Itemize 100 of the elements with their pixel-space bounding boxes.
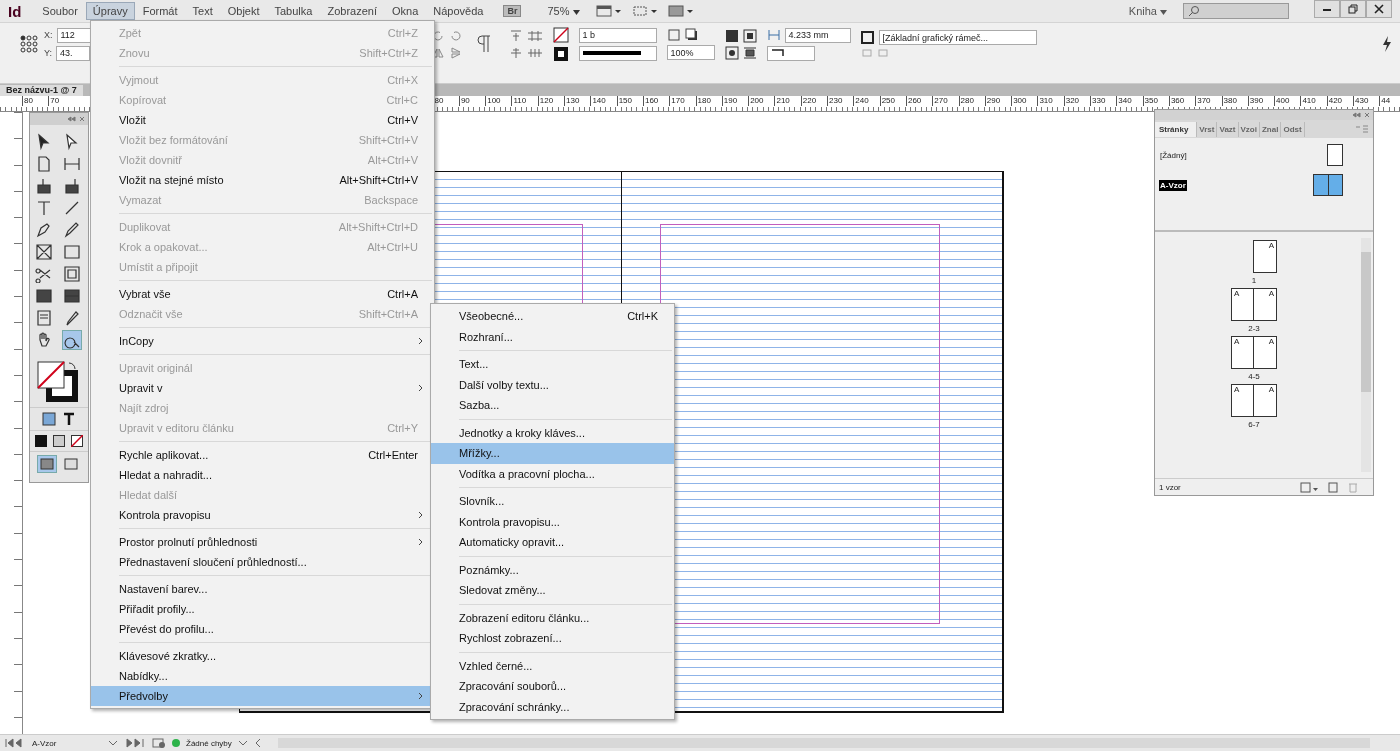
stroke-swatch-icon[interactable]: [552, 45, 569, 62]
new-page-icon[interactable]: [1327, 481, 1339, 493]
menu-item[interactable]: Text: [185, 2, 220, 20]
menu-item[interactable]: Vzhled černé...: [431, 655, 674, 676]
opacity-field[interactable]: 100%: [666, 45, 715, 60]
transform-tool-icon[interactable]: [63, 265, 81, 283]
chevron-down-icon[interactable]: [237, 739, 248, 747]
pencil-tool-icon[interactable]: [63, 221, 81, 239]
zoom-tool-icon[interactable]: [63, 331, 81, 349]
preview-mode-icon[interactable]: [62, 456, 80, 472]
frame-tool-icon[interactable]: [35, 243, 53, 261]
menu-item[interactable]: Zpracování schránky...: [431, 696, 674, 717]
screen-mode-icon[interactable]: [595, 5, 622, 17]
spread-thumbnail[interactable]: A A: [1231, 336, 1277, 369]
menu-item[interactable]: InCopy: [91, 331, 434, 351]
line-tool-icon[interactable]: [63, 199, 81, 217]
menu-item[interactable]: Okna: [384, 2, 426, 20]
close-button[interactable]: [1366, 0, 1392, 18]
menu-item[interactable]: Všeobecné... Ctrl+K: [431, 306, 674, 327]
menu-item[interactable]: Slovník...: [431, 491, 674, 512]
preflight-status[interactable]: Žádné chyby: [186, 738, 232, 748]
menu-item[interactable]: Rozhraní...: [431, 326, 674, 347]
workspace-dropdown[interactable]: Kniha: [1128, 5, 1167, 17]
menu-item[interactable]: Kontrola pravopisu...: [431, 511, 674, 532]
page-forward-icon[interactable]: [124, 738, 146, 748]
apply-gradient-icon[interactable]: [53, 435, 65, 447]
page-field[interactable]: A-Vzor: [32, 738, 102, 748]
menu-item[interactable]: Mřížky...: [431, 443, 674, 464]
panel-tab[interactable]: Vazt: [1217, 121, 1239, 137]
menu-item[interactable]: Vybrat vše Ctrl+A: [91, 284, 434, 304]
menu-item[interactable]: Kontrola pravopisu: [91, 505, 434, 525]
center-content-icon[interactable]: [724, 45, 739, 60]
fill-frame-icon[interactable]: [742, 45, 757, 60]
page-tool-icon[interactable]: [35, 155, 53, 173]
direct-selection-tool-icon[interactable]: [63, 133, 81, 151]
menu-item[interactable]: Další volby textu...: [431, 374, 674, 395]
menu-item[interactable]: Zpracování souborů...: [431, 676, 674, 697]
chevron-down-icon[interactable]: [108, 739, 118, 747]
text-wrap-icon[interactable]: [724, 28, 739, 43]
menu-item[interactable]: Vložit na stejné místo Alt+Shift+Ctrl+V: [91, 170, 434, 190]
menu-item[interactable]: Poznámky...: [431, 559, 674, 580]
master-spread-thumbnail[interactable]: [1313, 174, 1343, 196]
panel-tab[interactable]: Vzoi: [1238, 121, 1260, 137]
menu-item[interactable]: Soubor: [35, 2, 85, 20]
menu-item[interactable]: Nastavení barev...: [91, 579, 434, 599]
object-style-dropdown[interactable]: [Základní grafický rámeč...: [878, 30, 1037, 45]
menu-item[interactable]: Vložit Ctrl+V: [91, 110, 434, 130]
eyedropper-icon[interactable]: [63, 309, 81, 327]
spread-thumbnail[interactable]: A A: [1231, 288, 1277, 321]
distribute-icon[interactable]: [526, 28, 543, 43]
menu-item[interactable]: Formát: [135, 2, 185, 20]
minimize-button[interactable]: [1314, 0, 1340, 18]
panel-tab[interactable]: Stránky: [1155, 121, 1198, 137]
apply-color-icon[interactable]: [35, 435, 47, 447]
corner-shape-dropdown[interactable]: [766, 45, 815, 61]
menu-item[interactable]: Sazba...: [431, 395, 674, 416]
y-field[interactable]: 43.: [56, 45, 90, 61]
x-field[interactable]: 112: [56, 27, 91, 43]
menu-item[interactable]: Vodítka a pracovní plocha...: [431, 463, 674, 484]
stroke-type-dropdown[interactable]: [578, 45, 657, 61]
menu-item[interactable]: Rychlost zobrazení...: [431, 628, 674, 649]
normal-view-icon[interactable]: [38, 456, 56, 472]
menu-item[interactable]: Objekt: [220, 2, 267, 20]
edit-page-size-icon[interactable]: [1299, 481, 1319, 493]
fill-none-swatch-icon[interactable]: [552, 26, 569, 43]
menu-item[interactable]: Nabídky...: [91, 666, 434, 686]
flip-vertical-icon[interactable]: [448, 45, 463, 60]
menu-item[interactable]: Přednastavení sloučení průhledností...: [91, 552, 434, 572]
search-field[interactable]: [1183, 3, 1289, 19]
menu-item[interactable]: Zobrazení editoru článku...: [431, 607, 674, 628]
selection-tool-icon[interactable]: [35, 133, 53, 151]
view-options-icon[interactable]: [631, 5, 658, 17]
master-name[interactable]: A-Vzor: [1159, 179, 1187, 191]
gutter-field[interactable]: 4.233 mm: [784, 27, 851, 43]
document-tab[interactable]: Bez názvu-1 @ 7: [0, 85, 83, 96]
apply-none-icon[interactable]: [71, 435, 83, 447]
object-style-icon[interactable]: [860, 30, 875, 45]
content-placer-icon[interactable]: [63, 177, 81, 195]
content-collector-icon[interactable]: [35, 177, 53, 195]
scissors-icon[interactable]: [35, 265, 53, 283]
fitting-icon[interactable]: [742, 28, 757, 43]
restore-button[interactable]: [1340, 0, 1366, 18]
menu-item[interactable]: Klávesové zkratky...: [91, 646, 434, 666]
menu-item[interactable]: Nápověda: [426, 2, 491, 20]
zoom-dropdown[interactable]: 75%: [547, 5, 580, 17]
menu-item[interactable]: Sledovat změny...: [431, 580, 674, 601]
master-page-thumbnail[interactable]: [1327, 144, 1343, 166]
menu-item[interactable]: Text...: [431, 354, 674, 375]
align-center-icon[interactable]: [508, 45, 523, 60]
menu-item[interactable]: Úpravy: [85, 2, 135, 20]
gradient-swatch-icon[interactable]: [35, 287, 53, 305]
chevron-left-icon[interactable]: [253, 738, 262, 748]
panel-tab[interactable]: Znal: [1259, 121, 1282, 137]
menu-item[interactable]: Hledat a nahradit...: [91, 465, 434, 485]
menu-item[interactable]: Přiřadit profily...: [91, 599, 434, 619]
menu-item[interactable]: Tabulka: [267, 2, 320, 20]
stroke-weight-field[interactable]: 1 b: [578, 27, 657, 43]
menu-item[interactable]: Jednotky a kroky kláves...: [431, 422, 674, 443]
spread-thumbnail[interactable]: A A: [1231, 384, 1277, 417]
menu-item[interactable]: Převést do profilu...: [91, 619, 434, 639]
